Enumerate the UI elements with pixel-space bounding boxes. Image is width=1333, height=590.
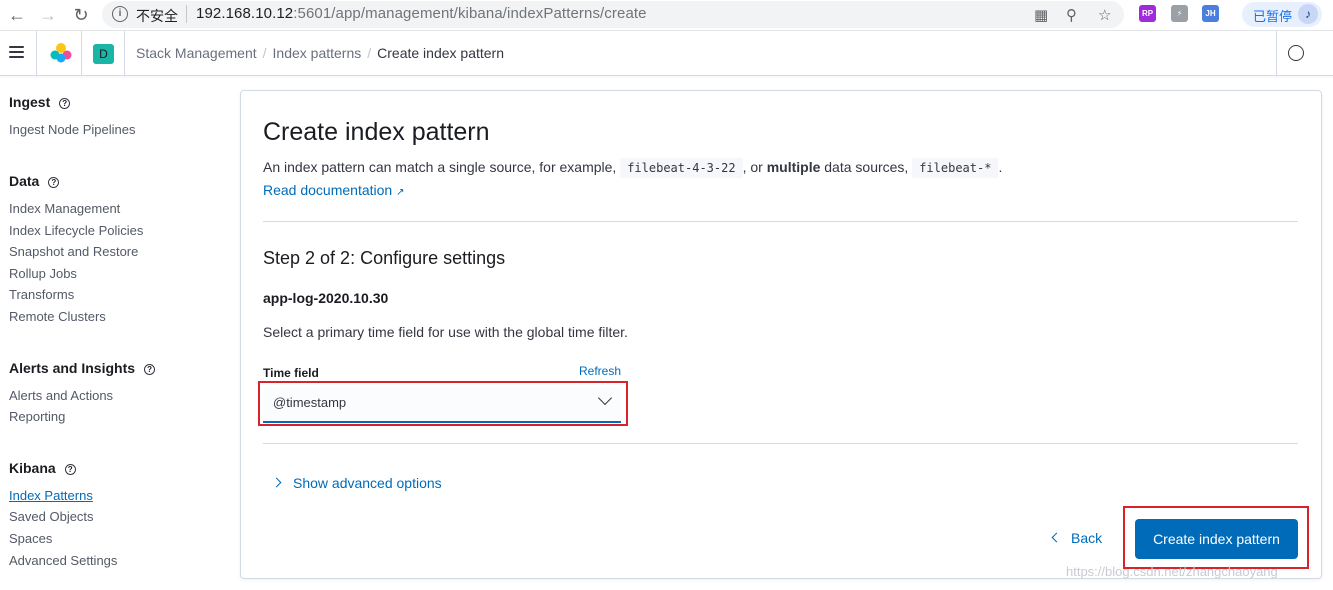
chevron-left-icon <box>1051 532 1062 543</box>
question-icon[interactable]: ? <box>144 364 156 375</box>
watermark: https://blog.csdn.net/zhangchaoyang <box>1066 564 1278 579</box>
nav-section-title: Alerts and Insights <box>9 360 136 376</box>
highlight-box-time-field <box>258 381 628 426</box>
desc-text: . <box>998 159 1003 175</box>
index-pattern-name: app-log-2020.10.30 <box>263 290 389 306</box>
nav-item-rollup-jobs[interactable]: Rollup Jobs <box>9 266 77 281</box>
insecure-label: 不安全 <box>136 8 178 24</box>
nav-item-reporting[interactable]: Reporting <box>9 409 65 424</box>
menu-icon[interactable] <box>9 46 24 61</box>
avatar: ♪ <box>1298 4 1318 24</box>
url-text[interactable]: 192.168.10.12:5601/app/management/kibana… <box>196 5 647 22</box>
example-code-multiple: filebeat-* <box>912 158 999 178</box>
advanced-options-label: Show advanced options <box>293 475 442 491</box>
nav-section-kibana: Kibana? <box>9 460 76 476</box>
doc-link-label: Read documentation <box>263 182 393 198</box>
nav-item-index-lifecycle-policies[interactable]: Index Lifecycle Policies <box>9 223 143 238</box>
refresh-link[interactable]: Refresh <box>579 364 621 378</box>
translate-icon[interactable]: ▦ <box>1034 6 1048 24</box>
reload-icon[interactable]: ↻ <box>70 4 92 26</box>
help-icon[interactable] <box>1288 45 1304 61</box>
time-field-hint: Select a primary time field for use with… <box>263 324 628 340</box>
nav-item-index-patterns[interactable]: Index Patterns <box>9 488 93 503</box>
desc-bold: multiple <box>766 159 821 175</box>
space-badge[interactable]: D <box>93 44 114 64</box>
nav-item-spaces[interactable]: Spaces <box>9 531 52 546</box>
nav-section-ingest: Ingest? <box>9 94 71 110</box>
nav-section-title: Ingest <box>9 94 51 110</box>
breadcrumb-stack-management[interactable]: Stack Management <box>136 45 257 61</box>
nav-section-data: Data? <box>9 173 60 189</box>
nav-item-saved-objects[interactable]: Saved Objects <box>9 509 94 524</box>
browser-toolbar: ← → ↻ i 不安全 192.168.10.12:5601/app/manag… <box>0 0 1333 31</box>
address-bar[interactable]: i 不安全 192.168.10.12:5601/app/management/… <box>102 1 1124 28</box>
nav-item-advanced-settings[interactable]: Advanced Settings <box>9 553 117 568</box>
header-divider <box>1276 31 1277 75</box>
zoom-icon[interactable]: ⚲ <box>1066 6 1077 24</box>
nav-item-ingest-node-pipelines[interactable]: Ingest Node Pipelines <box>9 122 135 137</box>
profile-paused-button[interactable]: 已暂停 ♪ <box>1242 2 1322 27</box>
extension-lightning-icon[interactable]: ⚡ <box>1171 5 1188 22</box>
desc-text: , or <box>742 159 767 175</box>
nav-item-alerts-and-actions[interactable]: Alerts and Actions <box>9 388 113 403</box>
create-index-pattern-panel: Create index pattern An index pattern ca… <box>240 90 1322 579</box>
url-host: 192.168.10.12 <box>196 5 294 22</box>
kibana-header: D Stack Management / Index patterns / Create… <box>0 31 1333 76</box>
external-link-icon: ↗ <box>396 187 405 198</box>
show-advanced-options-button[interactable]: Show advanced options <box>271 475 442 491</box>
nav-section-alerts-and-insights: Alerts and Insights? <box>9 360 156 376</box>
breadcrumb-index-patterns[interactable]: Index patterns <box>273 45 362 61</box>
kibana-logo-icon[interactable] <box>50 42 72 64</box>
question-icon[interactable]: ? <box>64 464 76 475</box>
question-icon[interactable]: ? <box>48 177 60 188</box>
time-field-label: Time field <box>263 366 319 380</box>
breadcrumb-current: Create index pattern <box>377 45 504 61</box>
example-code-single: filebeat-4-3-22 <box>620 158 743 178</box>
address-separator <box>186 5 187 23</box>
divider <box>263 221 1298 222</box>
header-divider <box>81 31 82 75</box>
info-icon[interactable]: i <box>112 6 128 22</box>
page-description: An index pattern can match a single sour… <box>263 158 1003 178</box>
step-title: Step 2 of 2: Configure settings <box>263 248 506 268</box>
nav-item-snapshot-and-restore[interactable]: Snapshot and Restore <box>9 244 138 259</box>
highlight-box-create-button <box>1123 506 1309 569</box>
forward-arrow-icon[interactable]: → <box>37 4 59 26</box>
header-divider <box>124 31 125 75</box>
nav-section-title: Kibana <box>9 460 56 476</box>
back-arrow-icon[interactable]: ← <box>6 4 28 26</box>
read-documentation-link[interactable]: Read documentation ↗ <box>263 182 404 198</box>
url-path: :5601/app/management/kibana/indexPattern… <box>293 5 647 22</box>
page-title: Create index pattern <box>263 118 490 146</box>
back-button[interactable]: Back <box>1051 530 1103 546</box>
nav-item-index-management[interactable]: Index Management <box>9 201 120 216</box>
nav-item-remote-clusters[interactable]: Remote Clusters <box>9 309 106 324</box>
breadcrumb: Stack Management / Index patterns / Create i… <box>136 45 504 61</box>
divider <box>263 443 1298 444</box>
desc-text: data sources, <box>820 159 913 175</box>
extension-rp-icon[interactable]: RP <box>1139 5 1156 22</box>
breadcrumb-separator: / <box>367 45 372 61</box>
nav-item-transforms[interactable]: Transforms <box>9 287 74 302</box>
bookmark-star-icon[interactable]: ☆ <box>1098 6 1111 24</box>
desc-text: An index pattern can match a single sour… <box>263 159 621 175</box>
back-label: Back <box>1071 530 1103 546</box>
extension-jh-icon[interactable]: JH <box>1202 5 1219 22</box>
paused-label: 已暂停 <box>1253 9 1293 24</box>
header-divider <box>36 31 37 75</box>
question-icon[interactable]: ? <box>59 98 71 109</box>
chevron-right-icon <box>271 477 282 488</box>
breadcrumb-separator: / <box>262 45 267 61</box>
nav-section-title: Data <box>9 173 40 189</box>
